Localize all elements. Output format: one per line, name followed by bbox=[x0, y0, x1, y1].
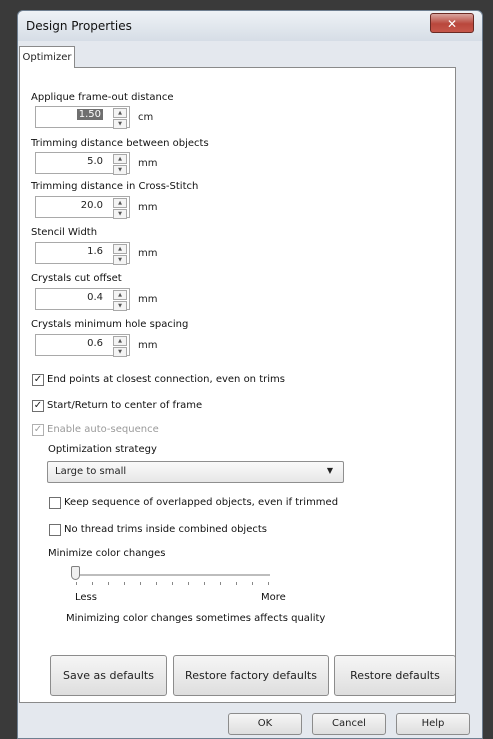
start-return-label: Start/Return to center of frame bbox=[47, 400, 203, 411]
spin-up-icon[interactable]: ▲ bbox=[113, 154, 127, 164]
crystals-hole-spacing-value[interactable]: 0.6 bbox=[87, 338, 103, 349]
slider-tick bbox=[92, 582, 93, 585]
slider-more-label: More bbox=[261, 592, 286, 603]
no-thread-trims-checkbox[interactable] bbox=[49, 524, 61, 536]
ok-button[interactable]: OK bbox=[228, 713, 302, 735]
slider-tick bbox=[188, 582, 189, 585]
cross-stitch-trim-unit: mm bbox=[138, 202, 158, 213]
crystals-cut-offset-label: Crystals cut offset bbox=[31, 273, 122, 284]
slider-tick bbox=[220, 582, 221, 585]
crystals-cut-offset-value[interactable]: 0.4 bbox=[87, 292, 103, 303]
help-button[interactable]: Help bbox=[396, 713, 470, 735]
spin-up-icon[interactable]: ▲ bbox=[113, 108, 127, 118]
spin-down-icon[interactable]: ▼ bbox=[113, 119, 127, 129]
keep-sequence-label: Keep sequence of overlapped objects, eve… bbox=[64, 497, 339, 508]
tab-optimizer[interactable]: Optimizer bbox=[19, 46, 75, 68]
spin-down-icon[interactable]: ▼ bbox=[113, 347, 127, 357]
keep-sequence-checkbox[interactable] bbox=[49, 497, 61, 509]
slider-tick bbox=[172, 582, 173, 585]
spin-up-icon[interactable]: ▲ bbox=[113, 244, 127, 254]
trimming-distance-unit: mm bbox=[138, 158, 158, 169]
slider-tick bbox=[236, 582, 237, 585]
frame-out-distance-spinner[interactable]: 1.50 ▲ ▼ bbox=[35, 106, 130, 129]
crystals-hole-spacing-label: Crystals minimum hole spacing bbox=[31, 319, 189, 330]
slider-less-label: Less bbox=[75, 592, 97, 603]
slider-tick bbox=[140, 582, 141, 585]
spin-up-icon[interactable]: ▲ bbox=[113, 198, 127, 208]
end-points-label: End points at closest connection, even o… bbox=[47, 374, 285, 385]
optimization-strategy-value: Large to small bbox=[55, 466, 127, 477]
no-thread-trims-label: No thread trims inside combined objects bbox=[64, 524, 267, 535]
auto-sequence-checkbox[interactable]: ✓ bbox=[32, 424, 44, 436]
optimization-strategy-label: Optimization strategy bbox=[48, 444, 157, 455]
crystals-hole-spacing-spinner[interactable]: 0.6 ▲ ▼ bbox=[35, 334, 130, 357]
slider-tick bbox=[156, 582, 157, 585]
color-changes-slider-track[interactable] bbox=[75, 574, 270, 577]
spin-down-icon[interactable]: ▼ bbox=[113, 301, 127, 311]
spin-up-icon[interactable]: ▲ bbox=[113, 290, 127, 300]
slider-tick bbox=[252, 582, 253, 585]
restore-factory-defaults-button[interactable]: Restore factory defaults bbox=[173, 655, 329, 696]
stencil-width-spinner[interactable]: 1.6 ▲ ▼ bbox=[35, 242, 130, 265]
stencil-width-label: Stencil Width bbox=[31, 227, 98, 238]
slider-tick bbox=[108, 582, 109, 585]
frame-out-distance-label: Applique frame-out distance bbox=[31, 92, 174, 103]
crystals-cut-offset-spinner[interactable]: 0.4 ▲ ▼ bbox=[35, 288, 130, 311]
window-title: Design Properties bbox=[26, 19, 132, 33]
stencil-width-value[interactable]: 1.6 bbox=[87, 246, 103, 257]
optimizer-panel: Applique frame-out distance 1.50 ▲ ▼ cm T… bbox=[19, 67, 456, 703]
slider-tick bbox=[124, 582, 125, 585]
slider-tick bbox=[268, 582, 269, 585]
minimize-color-changes-label: Minimize color changes bbox=[48, 548, 166, 559]
optimization-strategy-select[interactable]: Large to small ▼ bbox=[47, 461, 344, 483]
color-changes-slider-thumb[interactable] bbox=[71, 566, 80, 580]
restore-defaults-button[interactable]: Restore defaults bbox=[334, 655, 456, 696]
stencil-width-unit: mm bbox=[138, 248, 158, 259]
spin-down-icon[interactable]: ▼ bbox=[113, 209, 127, 219]
slider-tick bbox=[76, 582, 77, 585]
spin-down-icon[interactable]: ▼ bbox=[113, 255, 127, 265]
cancel-button[interactable]: Cancel bbox=[312, 713, 386, 735]
crystals-hole-spacing-unit: mm bbox=[138, 340, 158, 351]
color-changes-note: Minimizing color changes sometimes affec… bbox=[66, 613, 326, 624]
start-return-checkbox[interactable]: ✓ bbox=[32, 400, 44, 412]
trimming-distance-label: Trimming distance between objects bbox=[31, 138, 209, 149]
end-points-checkbox[interactable]: ✓ bbox=[32, 374, 44, 386]
trimming-distance-spinner[interactable]: 5.0 ▲ ▼ bbox=[35, 152, 130, 175]
auto-sequence-label: Enable auto-sequence bbox=[47, 424, 159, 435]
frame-out-distance-unit: cm bbox=[138, 112, 154, 123]
crystals-cut-offset-unit: mm bbox=[138, 294, 158, 305]
save-as-defaults-button[interactable]: Save as defaults bbox=[50, 655, 167, 696]
chevron-down-icon: ▼ bbox=[326, 466, 333, 475]
spin-up-icon[interactable]: ▲ bbox=[113, 336, 127, 346]
close-button[interactable]: ✕ bbox=[430, 13, 474, 33]
frame-out-distance-value[interactable]: 1.50 bbox=[76, 109, 103, 120]
cross-stitch-trim-spinner[interactable]: 20.0 ▲ ▼ bbox=[35, 196, 130, 219]
title-bar: Design Properties ✕ bbox=[18, 11, 482, 41]
trimming-distance-value[interactable]: 5.0 bbox=[87, 156, 103, 167]
slider-tick bbox=[204, 582, 205, 585]
spin-down-icon[interactable]: ▼ bbox=[113, 165, 127, 175]
cross-stitch-trim-value[interactable]: 20.0 bbox=[81, 200, 103, 211]
cross-stitch-trim-label: Trimming distance in Cross-Stitch bbox=[31, 181, 199, 192]
